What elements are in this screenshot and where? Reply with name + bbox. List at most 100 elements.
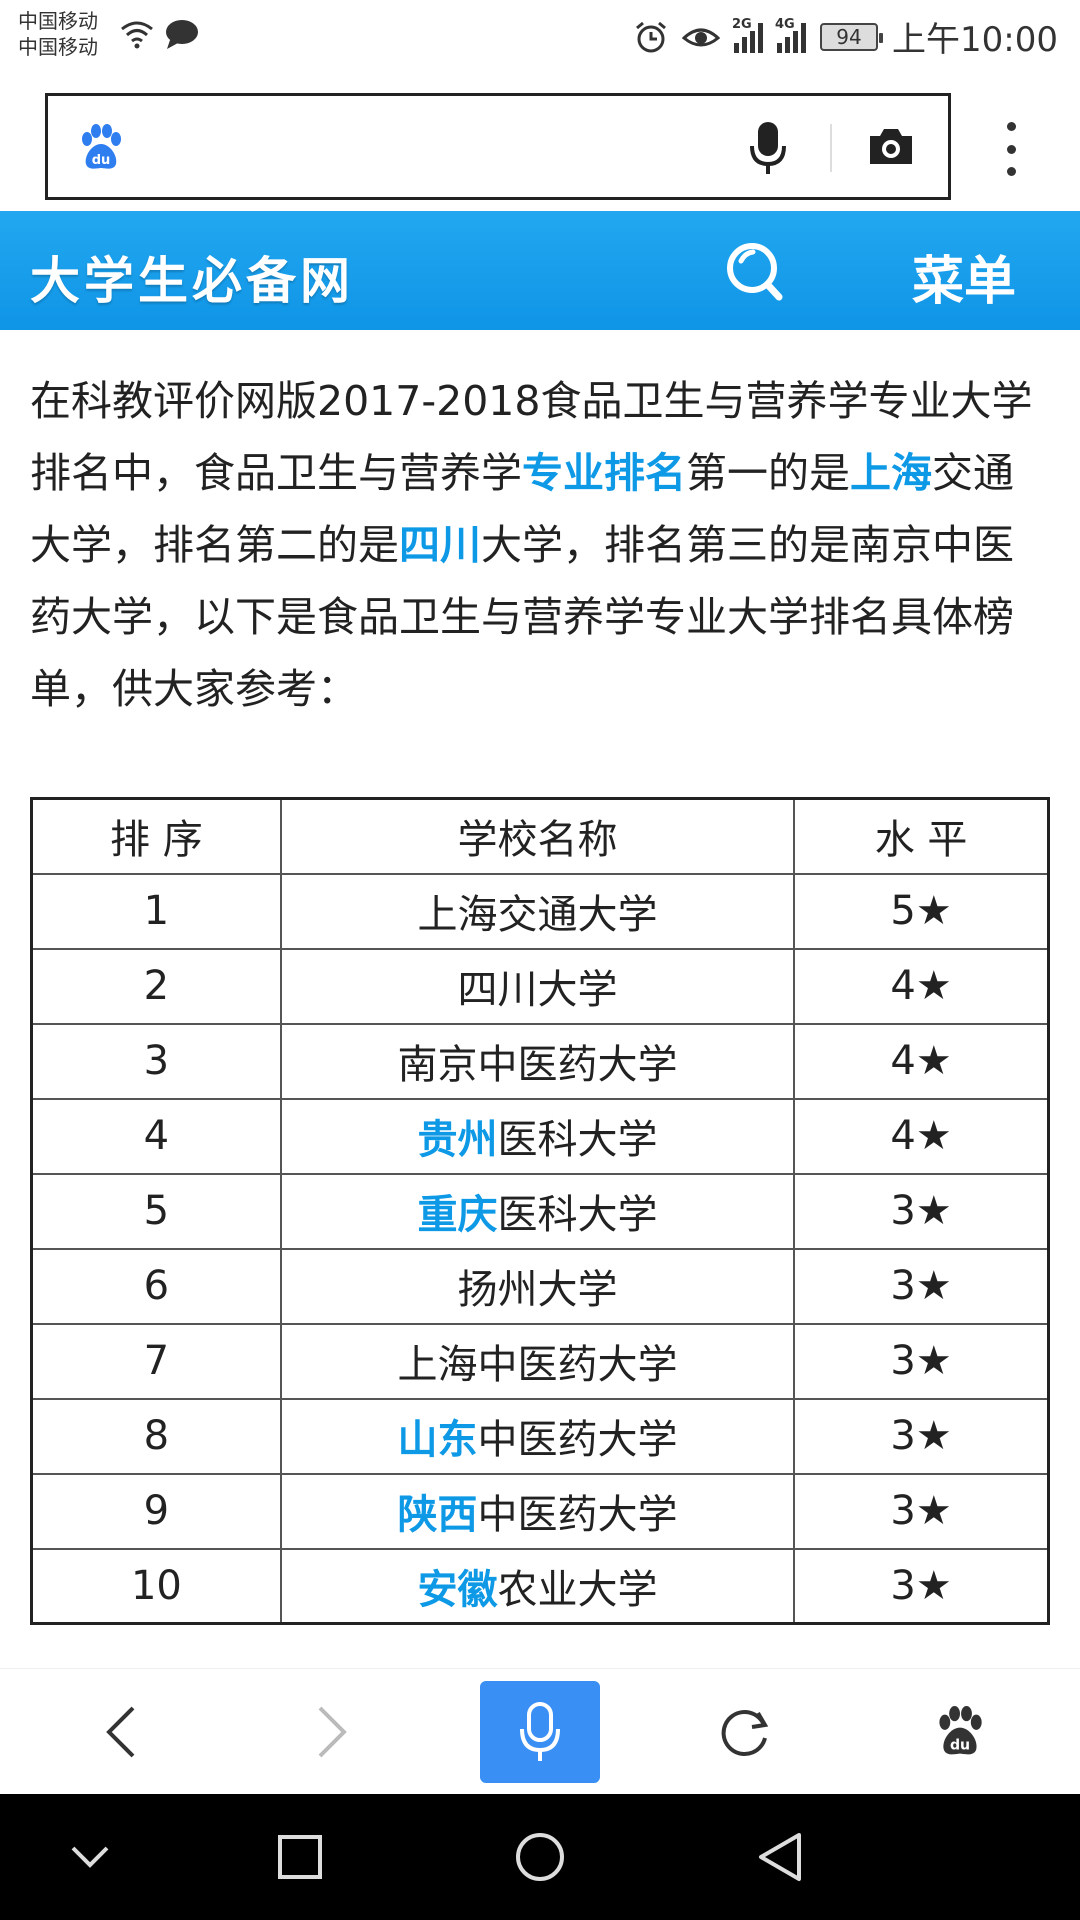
school-cell: 重庆医科大学 (279, 1172, 796, 1250)
school-link[interactable]: 安徽 (417, 1567, 497, 1613)
level-cell: 3★ (793, 1322, 1050, 1400)
eye-comfort-icon (682, 28, 721, 46)
nav-recents-button[interactable] (270, 1794, 330, 1920)
school-name: 中医药大学 (477, 1492, 678, 1538)
school-cell: 扬州大学 (279, 1247, 796, 1325)
site-header: 大学生必备网 菜单 (0, 211, 1080, 330)
refresh-icon (721, 1710, 769, 1756)
rank-cell: 10 (30, 1547, 282, 1625)
header-level: 水 平 (793, 797, 1050, 875)
browser-search-bar[interactable]: du (45, 93, 951, 200)
circle-icon (516, 1833, 564, 1881)
school-name: 中医药大学 (477, 1417, 678, 1463)
rank-cell: 5 (30, 1172, 282, 1250)
school-cell: 四川大学 (279, 947, 796, 1025)
school-link[interactable]: 贵州 (417, 1117, 497, 1163)
search-bar-divider (830, 124, 832, 172)
back-button[interactable] (90, 1669, 150, 1795)
school-name: 四川大学 (457, 967, 618, 1013)
level-cell: 5★ (793, 872, 1050, 950)
clock: 上午10:00 (892, 20, 1058, 60)
school-name: 医科大学 (497, 1192, 658, 1238)
carrier-2: 中国移动 (18, 35, 98, 59)
link-major-ranking[interactable]: 专业排名 (522, 449, 686, 497)
level-cell: 3★ (793, 1247, 1050, 1325)
nav-hide-button[interactable] (60, 1794, 120, 1920)
site-search-icon[interactable] (725, 239, 785, 303)
baidu-paw-icon: du (82, 124, 121, 169)
school-name: 上海中医药大学 (397, 1342, 678, 1388)
ranking-table: 排 序 学校名称 水 平 1 上海交通大学 5★ 2 四川大学 4★ 3 南京中… (30, 797, 1050, 1625)
rank-cell: 7 (30, 1322, 282, 1400)
svg-text:du: du (950, 1737, 970, 1753)
header-rank: 排 序 (30, 797, 282, 875)
table-row: 9 陕西中医药大学 3★ (30, 1472, 1050, 1550)
status-bar: 中国移动 中国移动 2G 4G 94 上午10:00 (0, 0, 1080, 76)
baidu-paw-icon: du (939, 1706, 982, 1755)
nav-back-button[interactable] (750, 1794, 810, 1920)
rank-cell: 9 (30, 1472, 282, 1550)
rank-cell: 3 (30, 1022, 282, 1100)
square-icon (278, 1835, 322, 1879)
baidu-home-button[interactable]: du (925, 1669, 995, 1795)
school-name: 农业大学 (497, 1566, 658, 1613)
level-cell: 4★ (793, 947, 1050, 1025)
school-name: 上海交通大学 (417, 892, 658, 938)
level-cell: 3★ (793, 1172, 1050, 1250)
site-logo[interactable]: 大学生必备网 (30, 241, 354, 313)
table-header-row: 排 序 学校名称 水 平 (30, 797, 1050, 875)
refresh-button[interactable] (715, 1669, 775, 1795)
school-cell: 安徽农业大学 (279, 1547, 796, 1625)
school-cell: 贵州医科大学 (279, 1097, 796, 1175)
rank-cell: 1 (30, 872, 282, 950)
school-cell: 上海交通大学 (279, 872, 796, 950)
wifi-icon (121, 21, 153, 49)
school-name: 南京中医药大学 (397, 1042, 678, 1088)
system-nav-bar (0, 1794, 1080, 1920)
nav-home-button[interactable] (510, 1794, 570, 1920)
site-menu-button[interactable]: 菜单 (912, 239, 1016, 314)
forward-button[interactable] (303, 1669, 363, 1795)
signal-4g-icon: 4G (775, 17, 807, 53)
signal-2g-icon: 2G (732, 17, 764, 53)
carrier-1: 中国移动 (18, 9, 98, 33)
voice-input-button[interactable] (480, 1681, 600, 1783)
camera-icon[interactable] (866, 124, 916, 168)
chevron-left-icon (106, 1706, 135, 1758)
microphone-icon (520, 1702, 560, 1761)
school-link[interactable]: 山东 (397, 1417, 477, 1463)
school-cell: 山东中医药大学 (279, 1397, 796, 1475)
more-options-icon[interactable] (996, 122, 1026, 176)
link-shanghai[interactable]: 上海 (850, 449, 932, 497)
table-row: 1 上海交通大学 5★ (30, 872, 1050, 950)
article-text-2: 第一的是 (686, 449, 850, 497)
article-intro: 在科教评价网版2017-2018食品卫生与营养学专业大学排名中，食品卫生与营养学… (30, 365, 1040, 725)
level-cell: 3★ (793, 1472, 1050, 1550)
search-input[interactable] (138, 116, 718, 176)
chevron-right-icon (318, 1706, 347, 1758)
school-cell: 南京中医药大学 (279, 1022, 796, 1100)
rank-cell: 4 (30, 1097, 282, 1175)
rank-cell: 6 (30, 1247, 282, 1325)
school-cell: 陕西中医药大学 (279, 1472, 796, 1550)
school-link[interactable]: 重庆 (417, 1192, 497, 1238)
table-row: 8 山东中医药大学 3★ (30, 1397, 1050, 1475)
table-row: 10 安徽农业大学 3★ (30, 1547, 1050, 1625)
level-cell: 4★ (793, 1022, 1050, 1100)
table-row: 5 重庆医科大学 3★ (30, 1172, 1050, 1250)
school-link[interactable]: 陕西 (397, 1492, 477, 1538)
alarm-icon (636, 21, 666, 52)
level-cell: 4★ (793, 1097, 1050, 1175)
chevron-down-icon (71, 1846, 109, 1868)
header-school-name: 学校名称 (279, 797, 796, 875)
school-name: 扬州大学 (457, 1267, 618, 1313)
triangle-back-icon (759, 1833, 801, 1881)
battery-indicator: 94 (820, 22, 884, 51)
voice-search-icon[interactable] (748, 120, 788, 176)
rank-cell: 8 (30, 1397, 282, 1475)
link-sichuan[interactable]: 四川 (399, 521, 481, 569)
rank-cell: 2 (30, 947, 282, 1025)
table-row: 2 四川大学 4★ (30, 947, 1050, 1025)
table-row: 3 南京中医药大学 4★ (30, 1022, 1050, 1100)
school-cell: 上海中医药大学 (279, 1322, 796, 1400)
